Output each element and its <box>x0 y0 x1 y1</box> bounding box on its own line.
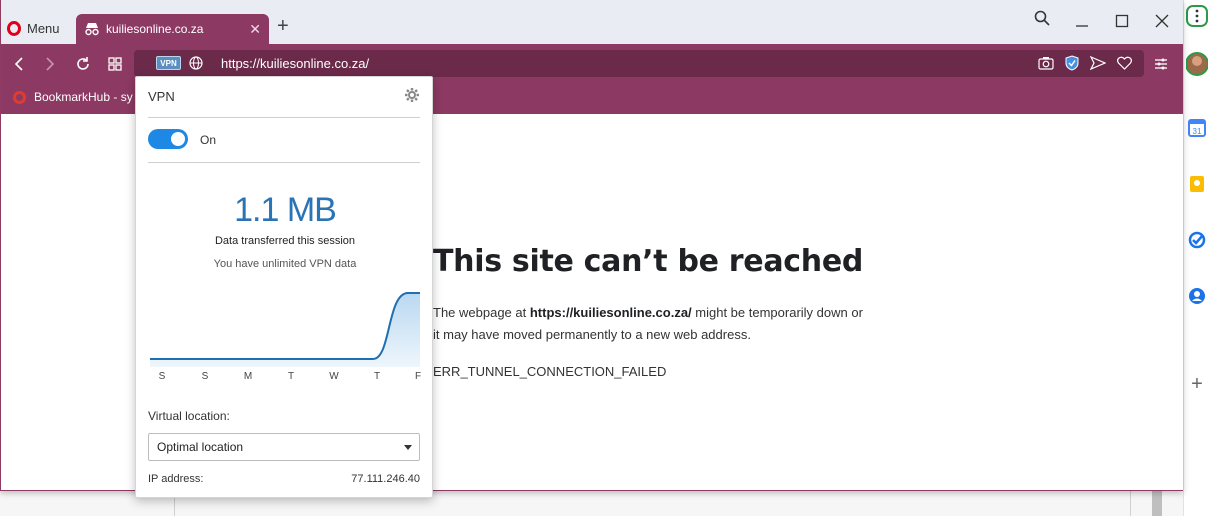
day-label: S <box>158 371 166 382</box>
tab-title: kuiliesonline.co.za <box>106 22 204 36</box>
error-title: This site can’t be reached <box>433 244 864 279</box>
vpn-popup: VPN On 1.1 MB Data transferred this sess… <box>135 76 433 498</box>
gear-icon[interactable] <box>404 87 420 108</box>
new-tab-button[interactable]: + <box>277 15 289 38</box>
bookmark-heart-icon[interactable] <box>1116 55 1132 71</box>
easy-setup-icon[interactable] <box>1152 55 1170 73</box>
forward-button[interactable] <box>40 54 60 74</box>
virtual-location-label: Virtual location: <box>148 409 230 423</box>
keep-icon[interactable] <box>1185 172 1209 196</box>
divider <box>148 117 420 118</box>
menu-label: Menu <box>27 20 60 36</box>
globe-icon[interactable] <box>188 55 204 71</box>
vpn-toggle-label: On <box>200 133 217 147</box>
day-label: W <box>329 371 339 382</box>
grid-icon <box>108 57 122 71</box>
more-vertical-icon[interactable] <box>1185 4 1209 28</box>
vpn-popup-title: VPN <box>148 89 175 104</box>
tasks-icon[interactable] <box>1185 228 1209 252</box>
error-body-url: https://kuiliesonline.co.za/ <box>529 305 692 320</box>
opera-logo-icon <box>7 20 21 36</box>
forward-icon <box>46 57 55 71</box>
usage-line <box>150 292 420 360</box>
opera-menu-button[interactable]: Menu <box>7 14 60 42</box>
bookmark-item[interactable]: BookmarkHub - sy <box>13 90 133 104</box>
day-label: S <box>201 371 209 382</box>
back-icon <box>14 57 23 71</box>
day-label: T <box>373 371 381 382</box>
day-label: M <box>243 371 253 382</box>
day-label: F <box>414 371 422 382</box>
right-side-panel: 31 + <box>1183 0 1209 516</box>
usage-graph <box>150 292 420 367</box>
add-icon[interactable]: + <box>1185 372 1209 396</box>
ip-address-value: 77.111.246.40 <box>351 473 420 485</box>
avatar[interactable] <box>1185 52 1209 76</box>
calendar-icon[interactable]: 31 <box>1185 116 1209 140</box>
url-text[interactable]: https://kuiliesonline.co.za/ <box>221 56 369 71</box>
chevron-down-icon <box>404 445 412 450</box>
error-body-prefix: The webpage at <box>433 305 530 320</box>
data-label: Data transferred this session <box>214 235 355 247</box>
data-note: You have unlimited VPN data <box>213 258 357 270</box>
title-bar: Menu kuiliesonline.co.za ✕ + <box>1 0 1183 44</box>
divider <box>148 162 420 163</box>
error-code: ERR_TUNNEL_CONNECTION_FAILED <box>433 364 667 379</box>
error-description: The webpage at https://kuiliesonline.co.… <box>433 302 873 346</box>
speed-dial-button[interactable] <box>105 54 125 74</box>
close-window-button[interactable] <box>1155 14 1169 33</box>
contacts-icon[interactable] <box>1185 284 1209 308</box>
search-tabs-icon[interactable] <box>1034 10 1050 31</box>
snapshot-icon[interactable] <box>1038 55 1054 71</box>
reload-button[interactable] <box>73 54 93 74</box>
virtual-location-value: Optimal location <box>157 440 244 454</box>
vpn-toggle[interactable] <box>148 129 188 149</box>
ip-address-label: IP address: <box>148 473 204 485</box>
incognito-icon <box>85 23 99 36</box>
back-button[interactable] <box>9 54 29 74</box>
reload-icon <box>77 57 89 70</box>
minimize-button[interactable] <box>1075 14 1089 33</box>
active-tab[interactable]: kuiliesonline.co.za ✕ <box>76 14 269 44</box>
virtual-location-select[interactable]: Optimal location <box>148 433 420 461</box>
bookmark-label: BookmarkHub - sy <box>34 90 133 104</box>
address-bar[interactable]: VPN https://kuiliesonline.co.za/ <box>134 50 1144 77</box>
vpn-badge-button[interactable]: VPN <box>156 56 181 70</box>
day-label: T <box>287 371 295 382</box>
data-amount: 1.1 MB <box>234 191 337 229</box>
maximize-button[interactable] <box>1115 14 1129 33</box>
ad-blocker-shield-icon[interactable] <box>1064 55 1080 71</box>
tab-close-icon[interactable]: ✕ <box>249 21 261 38</box>
opera-bookmark-icon <box>13 90 26 104</box>
toggle-knob <box>171 132 185 146</box>
svg-text:31: 31 <box>1193 127 1202 136</box>
send-icon[interactable] <box>1090 55 1106 71</box>
